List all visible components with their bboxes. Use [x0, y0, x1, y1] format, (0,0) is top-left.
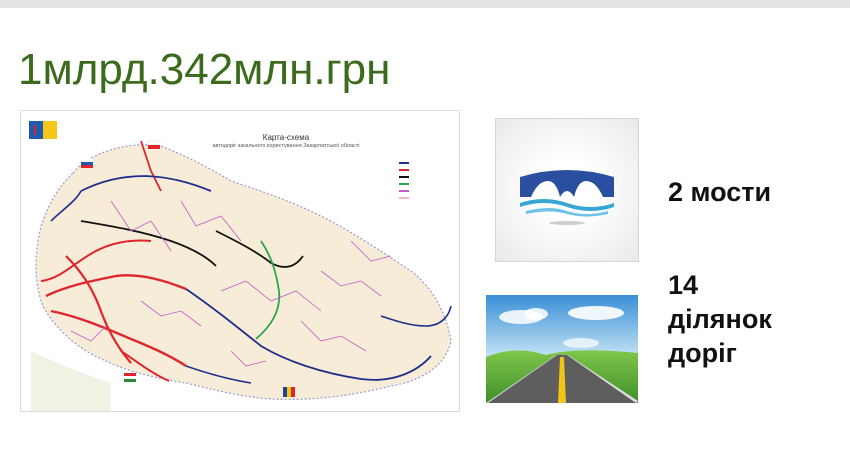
roads-caption-line-1: 14: [668, 270, 699, 300]
page-title: 1млрд.342млн.грн: [18, 45, 391, 94]
roads-caption-line-3: доріг: [668, 338, 737, 368]
map-graphic: [29, 121, 452, 411]
bridge-icon: [520, 170, 614, 225]
road-image: [486, 295, 638, 403]
map-subtitle: автодоріг загального користування Закарп…: [212, 143, 360, 149]
road-map: Карта-схема автодоріг загального користу…: [20, 110, 460, 412]
bridges-caption: 2 мости: [668, 177, 772, 207]
roads-caption-line-2: ділянок: [668, 304, 772, 334]
top-bar: [0, 0, 850, 8]
road-icon: [486, 295, 638, 403]
map-legend: [399, 159, 444, 201]
roads-caption: 14 ділянок доріг: [668, 268, 772, 370]
bridge-image: [495, 118, 639, 262]
map-title: Карта-схема: [262, 133, 310, 142]
